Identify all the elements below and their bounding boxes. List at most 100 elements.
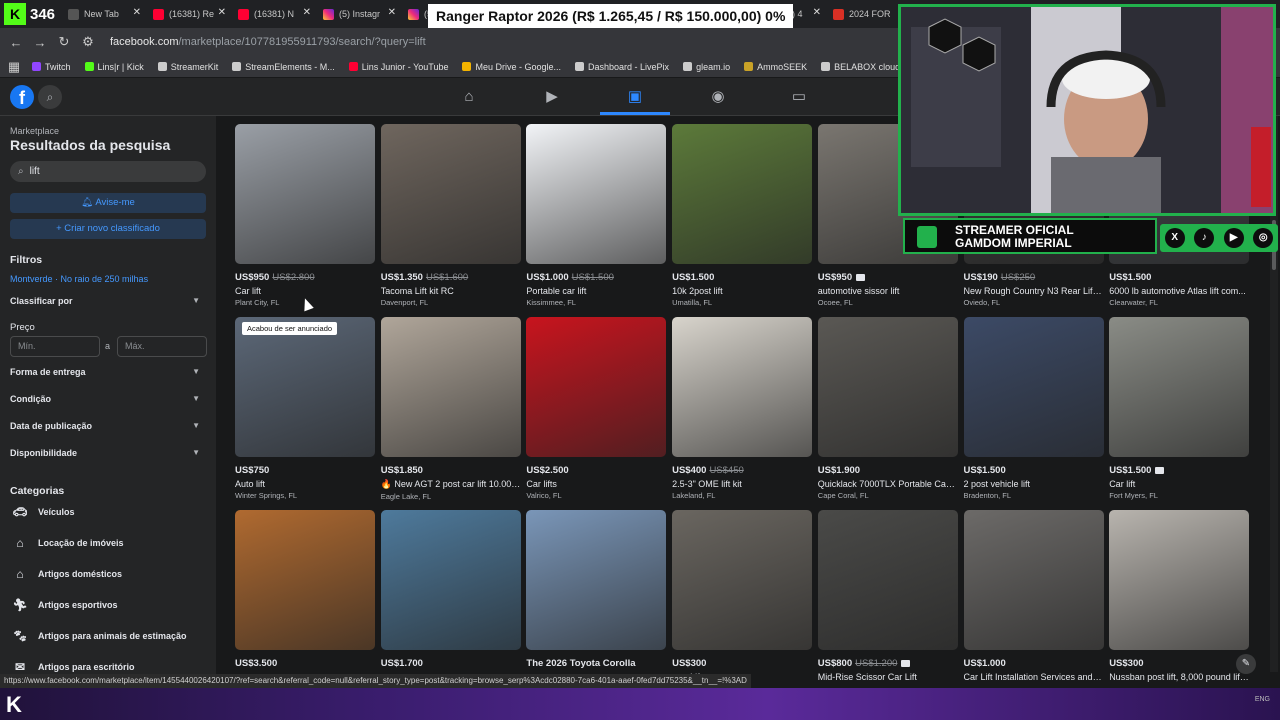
listing-photo[interactable] [235,124,375,264]
compose-icon[interactable]: ✎ [1236,654,1256,674]
listing-photo[interactable] [672,317,813,457]
forward-icon[interactable]: → [28,35,52,50]
browser-tab[interactable]: (16381) N ✕ [232,3,317,25]
tab-label: (16381) N [254,9,295,19]
bookmark-item[interactable]: gleam.io [683,62,730,72]
listing-card[interactable]: US$400 US$450 2.5-3" OME lift kit Lakeland,… [672,317,813,500]
category-item[interactable]: 🏃︎ Artigos esportivos [10,594,117,616]
listing-card[interactable]: US$1.000 US$1.500 Portable car lift Kissimm… [526,124,667,307]
notify-button[interactable]: 🔔︎ Avise-me [10,193,206,213]
location-filter[interactable]: Montverde · No raio de 250 milhas [10,274,148,284]
url-field[interactable]: facebook.com/marketplace/107781955911793… [110,36,426,48]
categories-heading: Categorias [10,485,65,497]
listing-card[interactable]: US$1.000 Car Lift Installation Services a… [963,510,1104,682]
listing-location: Kissimmee, FL [526,298,576,307]
listing-card[interactable]: US$300oter Lift [672,510,813,682]
close-icon[interactable]: ✕ [133,7,141,18]
close-icon[interactable]: ✕ [303,7,311,18]
paw-icon: 🐾︎ [12,629,28,643]
listing-photo[interactable] [380,510,521,650]
bookmark-item[interactable]: Meu Drive - Google... [462,62,561,72]
reload-icon[interactable]: ↻ [52,34,76,50]
listing-card[interactable]: US$1.700 [380,510,521,669]
close-icon[interactable]: ✕ [388,7,396,18]
max-price-input[interactable]: Máx. [117,336,207,357]
category-item[interactable]: 🚗︎ Veículos [10,501,75,523]
tab-label: 2024 FOR [849,9,891,19]
bookmark-item[interactable]: StreamElements - M... [232,62,335,72]
listing-photo[interactable] [963,317,1104,457]
category-item[interactable]: ⌂ Locação de imóveis [10,532,123,554]
listing-card[interactable]: US$1.500 10k 2post lift Umatilla, FL [672,124,813,307]
listing-photo[interactable] [235,510,375,650]
breadcrumb[interactable]: Marketplace [10,126,59,136]
listing-card[interactable]: US$1.900 Quicklack 7000TLX Portable Car L… [817,317,958,500]
listing-photo[interactable] [672,124,813,264]
listing-photo[interactable] [672,510,813,650]
create-listing-button[interactable]: + Criar novo classificado [10,219,206,239]
price-value: US$1.700 [380,658,423,669]
bookmark-label: Twitch [45,61,71,72]
listing-photo[interactable] [526,510,667,650]
watch-icon[interactable]: ▶ [541,86,563,108]
listing-card[interactable]: US$2.500 Car lifts Valrico, FL [526,317,667,500]
listing-card[interactable]: US$300 Nussban post lift, 8,000 pound lif… [1109,510,1250,682]
filter-dropdown[interactable]: Disponibilidade ▼ [10,448,200,458]
bookmark-item[interactable]: AmmoSEEK [744,62,807,72]
groups-icon[interactable]: ◉ [707,86,729,108]
listing-photo[interactable] [817,317,958,457]
browser-tab[interactable]: (5) Instagr ✕ [317,3,402,25]
category-item[interactable]: ⌂ Artigos domésticos [10,563,122,585]
listing-card[interactable]: US$750 Auto lift Winter Springs, FL [235,317,375,500]
listing-photo[interactable] [963,510,1104,650]
listing-price: US$1.850 [381,465,521,476]
listing-card[interactable]: US$3.500 [235,510,375,669]
bookmark-item[interactable]: BELABOX cloud [821,62,900,72]
listing-photo[interactable] [380,317,521,457]
browser-tab[interactable]: New Tab ✕ [62,3,147,25]
min-price-input[interactable]: Mín. [10,336,100,357]
listing-photo[interactable] [1109,317,1250,457]
listing-photo[interactable] [526,317,667,457]
listing-card[interactable]: The 2026 Toyota Corolla [526,510,667,669]
search-input[interactable]: ⌕ lift [10,161,206,182]
bookmark-item[interactable]: Lins|r | Kick [84,62,144,72]
listing-title: Auto lift [235,479,266,489]
listing-card[interactable]: US$1.500 2 post vehicle lift Bradenton, FL [963,317,1104,500]
bookmark-item[interactable]: Twitch [32,62,71,72]
browser-tab[interactable]: (16381) Re ✕ [147,3,232,25]
category-label: Veículos [38,507,75,517]
close-icon[interactable]: ✕ [813,7,821,18]
listing-card[interactable]: US$1.350 US$1.600 Tacoma Lift kit RC Davenp… [380,124,521,307]
marketplace-icon[interactable]: ▣ [624,86,646,108]
listing-photo[interactable] [1109,510,1250,650]
banner-line-2: GAMDOM IMPERIAL [955,236,1072,250]
facebook-logo-icon[interactable]: f [10,85,34,109]
home-icon[interactable]: ⌂ [458,86,480,108]
filter-dropdown[interactable]: Data de publicação ▼ [10,421,200,431]
bookmark-item[interactable]: StreamerKit [157,62,218,72]
listing-card[interactable]: US$800 US$1.200 Mid-Rise Scissor Car Lift [817,510,958,682]
bookmark-item[interactable]: Dashboard - LivePix [575,62,669,72]
listing-photo[interactable] [235,317,375,457]
category-item[interactable]: 🐾︎ Artigos para animais de estimação [10,625,186,647]
marketplace-sidebar: Marketplace Resultados da pesquisa ⌕ lift… [0,116,216,688]
listing-title: Car Lift Installation Services and s... [963,672,1104,682]
back-icon[interactable]: ← [4,35,28,50]
listing-card[interactable]: US$950 US$2.800 Car lift Plant City, FL [235,124,375,307]
listing-card[interactable]: US$1.850 🔥 New AGT 2 post car lift 10.000… [380,317,521,501]
sort-dropdown[interactable]: Classificar por ▼ [10,296,200,306]
social-icons: X ♪ ▶ ◎ [1160,224,1278,252]
bookmark-item[interactable]: Lins Junior - YouTube [348,62,448,72]
listing-card[interactable]: US$1.500 Car lift Fort Myers, FL [1109,317,1250,500]
gaming-icon[interactable]: ▭ [788,86,810,108]
filter-dropdown[interactable]: Condição ▼ [10,394,200,404]
listing-photo[interactable] [380,124,521,264]
search-icon[interactable]: ⌕ [38,85,62,109]
listing-photo[interactable] [526,124,667,264]
close-icon[interactable]: ✕ [218,7,226,18]
site-info-icon[interactable]: ⚙ [76,34,100,50]
apps-grid-icon[interactable]: ▦ [2,59,26,75]
filter-dropdown[interactable]: Forma de entrega ▼ [10,367,200,377]
listing-photo[interactable] [817,510,958,650]
